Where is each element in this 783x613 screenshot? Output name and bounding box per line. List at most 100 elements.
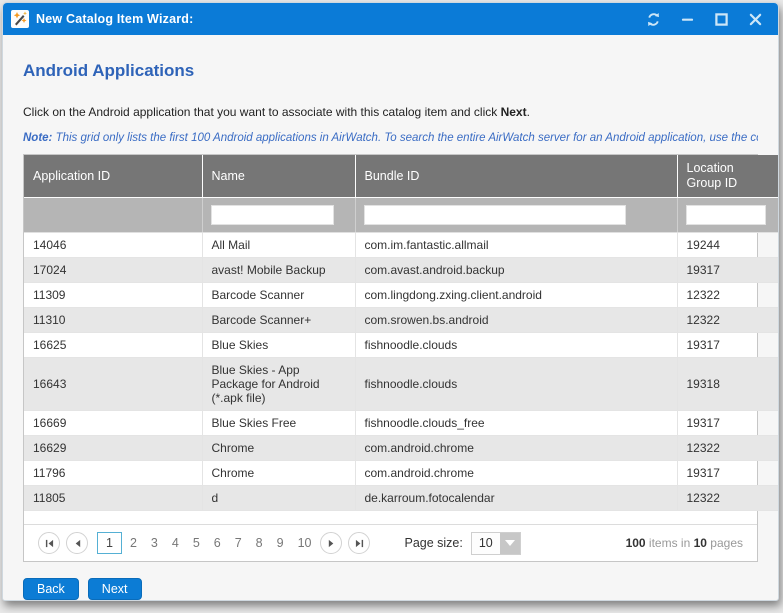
table-cell[interactable]: 12322 <box>677 486 779 511</box>
page-size-dropdown[interactable]: 10 <box>471 532 521 555</box>
applications-table: Application ID Name Bundle ID Location G… <box>24 155 779 511</box>
table-cell[interactable]: Barcode Scanner+ <box>202 308 355 333</box>
table-cell[interactable]: Barcode Scanner <box>202 283 355 308</box>
table-row[interactable]: 14046All Mailcom.im.fantastic.allmail192… <box>24 233 779 258</box>
applications-grid: Application ID Name Bundle ID Location G… <box>23 154 758 562</box>
table-cell[interactable]: fishnoodle.clouds_free <box>355 411 677 436</box>
table-cell[interactable]: Blue Skies Free <box>202 411 355 436</box>
maximize-icon[interactable] <box>706 7 736 31</box>
table-cell[interactable]: fishnoodle.clouds <box>355 333 677 358</box>
table-row[interactable]: 11310Barcode Scanner+com.srowen.bs.andro… <box>24 308 779 333</box>
table-cell[interactable]: com.android.chrome <box>355 436 677 461</box>
wizard-window: New Catalog Item Wizard: Androi <box>2 2 779 601</box>
grid-filter-row <box>24 198 779 233</box>
filter-input-bundle-id[interactable] <box>364 205 626 225</box>
pager-page-2[interactable]: 2 <box>124 533 143 553</box>
table-cell[interactable]: 11805 <box>24 486 202 511</box>
items-count: 100 items in 10 pages <box>626 536 743 550</box>
first-page-button[interactable] <box>38 532 60 554</box>
table-cell[interactable]: 19318 <box>677 358 779 411</box>
table-cell[interactable]: Blue Skies - App Package for Android (*.… <box>202 358 355 411</box>
table-cell[interactable]: de.karroum.fotocalendar <box>355 486 677 511</box>
table-cell[interactable]: 19317 <box>677 258 779 283</box>
last-page-button[interactable] <box>348 532 370 554</box>
pager: 12345678910 Page size: 10 100 items in 1… <box>24 524 757 561</box>
table-cell[interactable]: com.android.chrome <box>355 461 677 486</box>
table-cell[interactable]: 14046 <box>24 233 202 258</box>
next-button[interactable]: Next <box>88 578 142 600</box>
table-cell[interactable]: 19244 <box>677 233 779 258</box>
filter-input-location-group-id[interactable] <box>686 205 766 225</box>
note-text: Note: This grid only lists the first 100… <box>23 132 758 144</box>
column-header-location-group-id[interactable]: Location Group ID <box>677 155 779 198</box>
pager-page-10[interactable]: 10 <box>292 533 318 553</box>
table-cell[interactable]: 16625 <box>24 333 202 358</box>
filter-cell-application-id <box>24 198 202 233</box>
table-cell[interactable]: 19317 <box>677 411 779 436</box>
table-cell[interactable]: fishnoodle.clouds <box>355 358 677 411</box>
pager-page-1[interactable]: 1 <box>97 532 122 554</box>
pager-pages: 12345678910 <box>96 532 318 554</box>
wizard-wand-icon <box>11 10 29 28</box>
table-row[interactable]: 11805dde.karroum.fotocalendar12322 <box>24 486 779 511</box>
table-row[interactable]: 11309Barcode Scannercom.lingdong.zxing.c… <box>24 283 779 308</box>
grid-header-row: Application ID Name Bundle ID Location G… <box>24 155 779 198</box>
wizard-content: Android Applications Click on the Androi… <box>3 35 778 569</box>
filter-input-name[interactable] <box>211 205 334 225</box>
table-cell[interactable]: 11796 <box>24 461 202 486</box>
table-cell[interactable]: 16643 <box>24 358 202 411</box>
table-cell[interactable]: 12322 <box>677 283 779 308</box>
table-cell[interactable]: com.lingdong.zxing.client.android <box>355 283 677 308</box>
previous-page-button[interactable] <box>66 532 88 554</box>
table-row[interactable]: 17024avast! Mobile Backupcom.avast.andro… <box>24 258 779 283</box>
table-cell[interactable]: com.srowen.bs.android <box>355 308 677 333</box>
close-icon[interactable] <box>740 7 770 31</box>
table-cell[interactable]: 12322 <box>677 436 779 461</box>
table-row[interactable]: 11796Chromecom.android.chrome19317 <box>24 461 779 486</box>
table-cell[interactable]: avast! Mobile Backup <box>202 258 355 283</box>
filter-cell-bundle-id <box>355 198 677 233</box>
table-cell[interactable]: com.avast.android.backup <box>355 258 677 283</box>
table-cell[interactable]: com.im.fantastic.allmail <box>355 233 677 258</box>
pager-page-4[interactable]: 4 <box>166 533 185 553</box>
instruction-text: Click on the Android application that yo… <box>23 105 758 119</box>
column-header-bundle-id[interactable]: Bundle ID <box>355 155 677 198</box>
table-cell[interactable]: 17024 <box>24 258 202 283</box>
pager-page-6[interactable]: 6 <box>208 533 227 553</box>
table-body: 14046All Mailcom.im.fantastic.allmail192… <box>24 233 779 511</box>
table-cell[interactable]: d <box>202 486 355 511</box>
footer: Back Next <box>3 569 778 600</box>
table-cell[interactable]: Blue Skies <box>202 333 355 358</box>
window-controls <box>634 7 770 31</box>
next-page-button[interactable] <box>320 532 342 554</box>
table-cell[interactable]: 16669 <box>24 411 202 436</box>
table-row[interactable]: 16669Blue Skies Freefishnoodle.clouds_fr… <box>24 411 779 436</box>
table-cell[interactable]: 12322 <box>677 308 779 333</box>
table-cell[interactable]: All Mail <box>202 233 355 258</box>
pager-page-3[interactable]: 3 <box>145 533 164 553</box>
page-size-control: Page size: 10 <box>404 532 520 555</box>
page-title: Android Applications <box>23 61 758 81</box>
table-cell[interactable]: Chrome <box>202 461 355 486</box>
pager-page-9[interactable]: 9 <box>271 533 290 553</box>
pager-page-5[interactable]: 5 <box>187 533 206 553</box>
table-cell[interactable]: 11310 <box>24 308 202 333</box>
chevron-down-icon[interactable] <box>500 533 520 554</box>
table-cell[interactable]: 19317 <box>677 333 779 358</box>
pager-page-7[interactable]: 7 <box>229 533 248 553</box>
table-row[interactable]: 16629Chromecom.android.chrome12322 <box>24 436 779 461</box>
pager-page-8[interactable]: 8 <box>250 533 269 553</box>
table-cell[interactable]: 19317 <box>677 461 779 486</box>
table-cell[interactable]: Chrome <box>202 436 355 461</box>
refresh-icon[interactable] <box>638 7 668 31</box>
page-size-label: Page size: <box>404 536 462 550</box>
table-cell[interactable]: 11309 <box>24 283 202 308</box>
minimize-icon[interactable] <box>672 7 702 31</box>
back-button[interactable]: Back <box>23 578 79 600</box>
table-row[interactable]: 16643Blue Skies - App Package for Androi… <box>24 358 779 411</box>
table-row[interactable]: 16625Blue Skiesfishnoodle.clouds19317 <box>24 333 779 358</box>
column-header-application-id[interactable]: Application ID <box>24 155 202 198</box>
column-header-name[interactable]: Name <box>202 155 355 198</box>
table-cell[interactable]: 16629 <box>24 436 202 461</box>
filter-cell-name <box>202 198 355 233</box>
